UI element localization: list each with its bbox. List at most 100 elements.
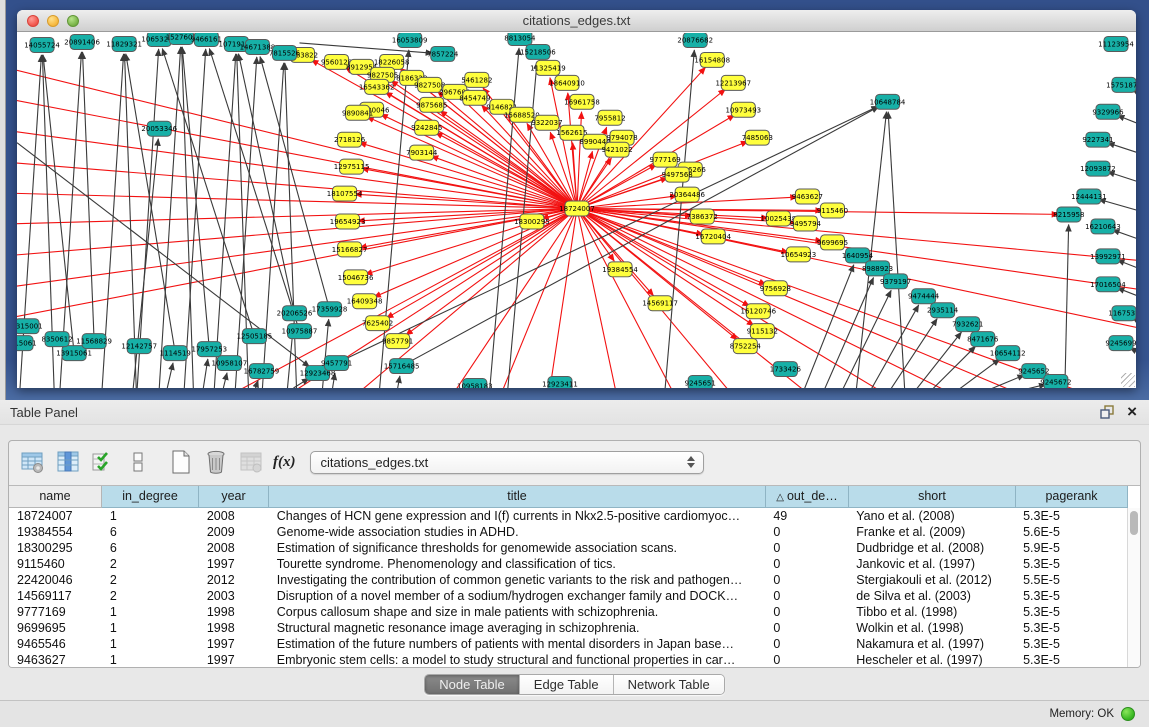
table-cell[interactable]: Jankovic et al. (1997): [848, 556, 1015, 572]
graph-node[interactable]: 9227341: [1082, 132, 1113, 147]
table-row[interactable]: 2242004622012Investigating the contribut…: [9, 572, 1127, 588]
graph-node[interactable]: 9245699: [1105, 336, 1136, 351]
delete-table-button[interactable]: [201, 447, 231, 477]
table-cell[interactable]: Embryonic stem cells: a model to study s…: [269, 652, 766, 667]
graph-node[interactable]: 12923411: [542, 377, 578, 388]
table-cell[interactable]: 1: [102, 652, 199, 667]
graph-node[interactable]: 9421022: [601, 142, 632, 157]
graph-node[interactable]: 9777169: [650, 152, 681, 167]
citation-graph[interactable]: 1872400776638229560128891295418226058982…: [17, 33, 1136, 388]
tab-node-table[interactable]: Node Table: [425, 675, 520, 694]
column-header-pagerank[interactable]: pagerank: [1016, 486, 1128, 508]
graph-node[interactable]: 11325419: [530, 60, 566, 75]
table-row[interactable]: 977716911998Corpus callosum shape and si…: [9, 604, 1127, 620]
graph-node[interactable]: 12213967: [715, 75, 751, 90]
table-cell[interactable]: 5.3E-5: [1015, 620, 1127, 636]
window-titlebar[interactable]: citations_edges.txt: [17, 10, 1136, 32]
graph-node[interactable]: 10654923: [781, 247, 817, 262]
table-cell[interactable]: 9465546: [9, 636, 102, 652]
graph-node[interactable]: 15751874: [1106, 77, 1136, 92]
graph-node[interactable]: 9245672: [1040, 375, 1071, 388]
graph-node[interactable]: 19384554: [602, 262, 638, 277]
graph-node[interactable]: 17359928: [312, 302, 348, 317]
graph-node[interactable]: 8350612: [41, 332, 72, 347]
graph-node[interactable]: 9245651: [685, 376, 716, 388]
table-cell[interactable]: Yano et al. (2008): [848, 508, 1015, 524]
table-cell[interactable]: 1997: [199, 652, 269, 667]
table-row[interactable]: 969969511998Structural magnetic resonanc…: [9, 620, 1127, 636]
table-cell[interactable]: Corpus callosum shape and size in male p…: [269, 604, 766, 620]
table-cell[interactable]: 5.3E-5: [1015, 556, 1127, 572]
graph-node[interactable]: 15046736: [338, 270, 374, 285]
graph-node[interactable]: 10654112: [990, 346, 1026, 361]
table-cell[interactable]: 2: [102, 572, 199, 588]
graph-node[interactable]: 9497568: [662, 167, 693, 182]
table-cell[interactable]: Changes of HCN gene expression and I(f) …: [269, 508, 766, 524]
table-cell[interactable]: Wolkin et al. (1998): [848, 620, 1015, 636]
table-cell[interactable]: 0: [765, 556, 848, 572]
graph-node[interactable]: 16120746: [741, 304, 777, 319]
graph-node[interactable]: 9315001: [17, 319, 43, 334]
graph-node[interactable]: 9463627: [792, 189, 823, 204]
table-cell[interactable]: 0: [765, 540, 848, 556]
graph-node[interactable]: 8215958: [1053, 207, 1084, 222]
table-cell[interactable]: 2008: [199, 540, 269, 556]
graph-node[interactable]: 12142757: [121, 339, 157, 354]
graph-node[interactable]: 1114519: [160, 346, 191, 361]
table-cell[interactable]: Tourette syndrome. Phenomenology and cla…: [269, 556, 766, 572]
graph-node[interactable]: 10975887: [282, 324, 318, 339]
graph-node[interactable]: 16210643: [1085, 219, 1121, 234]
graph-node[interactable]: 15716485: [384, 359, 420, 374]
graph-node[interactable]: 1167531: [1108, 306, 1136, 321]
graph-node[interactable]: 9495794: [790, 216, 822, 231]
table-cell[interactable]: Disruption of a novel member of a sodium…: [269, 588, 766, 604]
graph-node[interactable]: 9115132: [747, 324, 778, 339]
table-cell[interactable]: Nakamura et al. (1997): [848, 636, 1015, 652]
graph-node[interactable]: 20053346: [141, 121, 177, 136]
zoom-window-button[interactable]: [67, 15, 79, 27]
table-row[interactable]: 1830029562008Estimation of significance …: [9, 540, 1127, 556]
table-cell[interactable]: 18724007: [9, 508, 102, 524]
graph-node[interactable]: 20891406: [64, 34, 100, 49]
graph-node[interactable]: 10958107: [212, 356, 248, 371]
column-header-in-degree[interactable]: in_degree: [102, 486, 199, 508]
table-cell[interactable]: 5.9E-5: [1015, 540, 1127, 556]
graph-node[interactable]: 16782759: [244, 364, 280, 379]
graph-node[interactable]: 15218506: [520, 44, 556, 59]
table-cell[interactable]: 2008: [199, 508, 269, 524]
table-cell[interactable]: 0: [765, 652, 848, 667]
table-cell[interactable]: 9463627: [9, 652, 102, 667]
graph-node[interactable]: 9322037: [531, 115, 562, 130]
table-row[interactable]: 946554611997Estimation of the future num…: [9, 636, 1127, 652]
graph-node[interactable]: 16720404: [695, 229, 731, 244]
table-cell[interactable]: 5.3E-5: [1015, 588, 1127, 604]
memory-status-indicator[interactable]: [1121, 707, 1135, 721]
table-row[interactable]: 911546021997Tourette syndrome. Phenomeno…: [9, 556, 1127, 572]
table-cell[interactable]: 9777169: [9, 604, 102, 620]
table-cell[interactable]: 2: [102, 588, 199, 604]
graph-node[interactable]: 9875685: [416, 97, 447, 112]
close-panel-icon[interactable]: ×: [1127, 404, 1137, 420]
table-cell[interactable]: 0: [765, 604, 848, 620]
graph-node[interactable]: 11123954: [1098, 36, 1134, 51]
table-cell[interactable]: Genome-wide association studies in ADHD.: [269, 524, 766, 540]
table-cell[interactable]: 0: [765, 572, 848, 588]
table-cell[interactable]: 5.5E-5: [1015, 572, 1127, 588]
table-cell[interactable]: 1: [102, 620, 199, 636]
table-row[interactable]: 1456911722003Disruption of a novel membe…: [9, 588, 1127, 604]
tab-edge-table[interactable]: Edge Table: [520, 675, 614, 694]
table-cell[interactable]: 2: [102, 556, 199, 572]
table-cell[interactable]: 5.3E-5: [1015, 652, 1127, 667]
table-scrollbar[interactable]: [1127, 508, 1140, 667]
table-cell[interactable]: 1997: [199, 636, 269, 652]
table-cell[interactable]: 0: [765, 620, 848, 636]
graph-node[interactable]: 7485063: [742, 130, 773, 145]
graph-node[interactable]: 9474444: [908, 289, 940, 304]
graph-node[interactable]: 9379197: [880, 274, 911, 289]
graph-node[interactable]: 9466161: [191, 33, 222, 46]
table-cell[interactable]: 6: [102, 540, 199, 556]
tab-network-table[interactable]: Network Table: [614, 675, 724, 694]
graph-node[interactable]: 9756928: [760, 281, 791, 296]
column-header-out-degree[interactable]: △out_de…: [766, 486, 849, 508]
table-cell[interactable]: 22420046: [9, 572, 102, 588]
